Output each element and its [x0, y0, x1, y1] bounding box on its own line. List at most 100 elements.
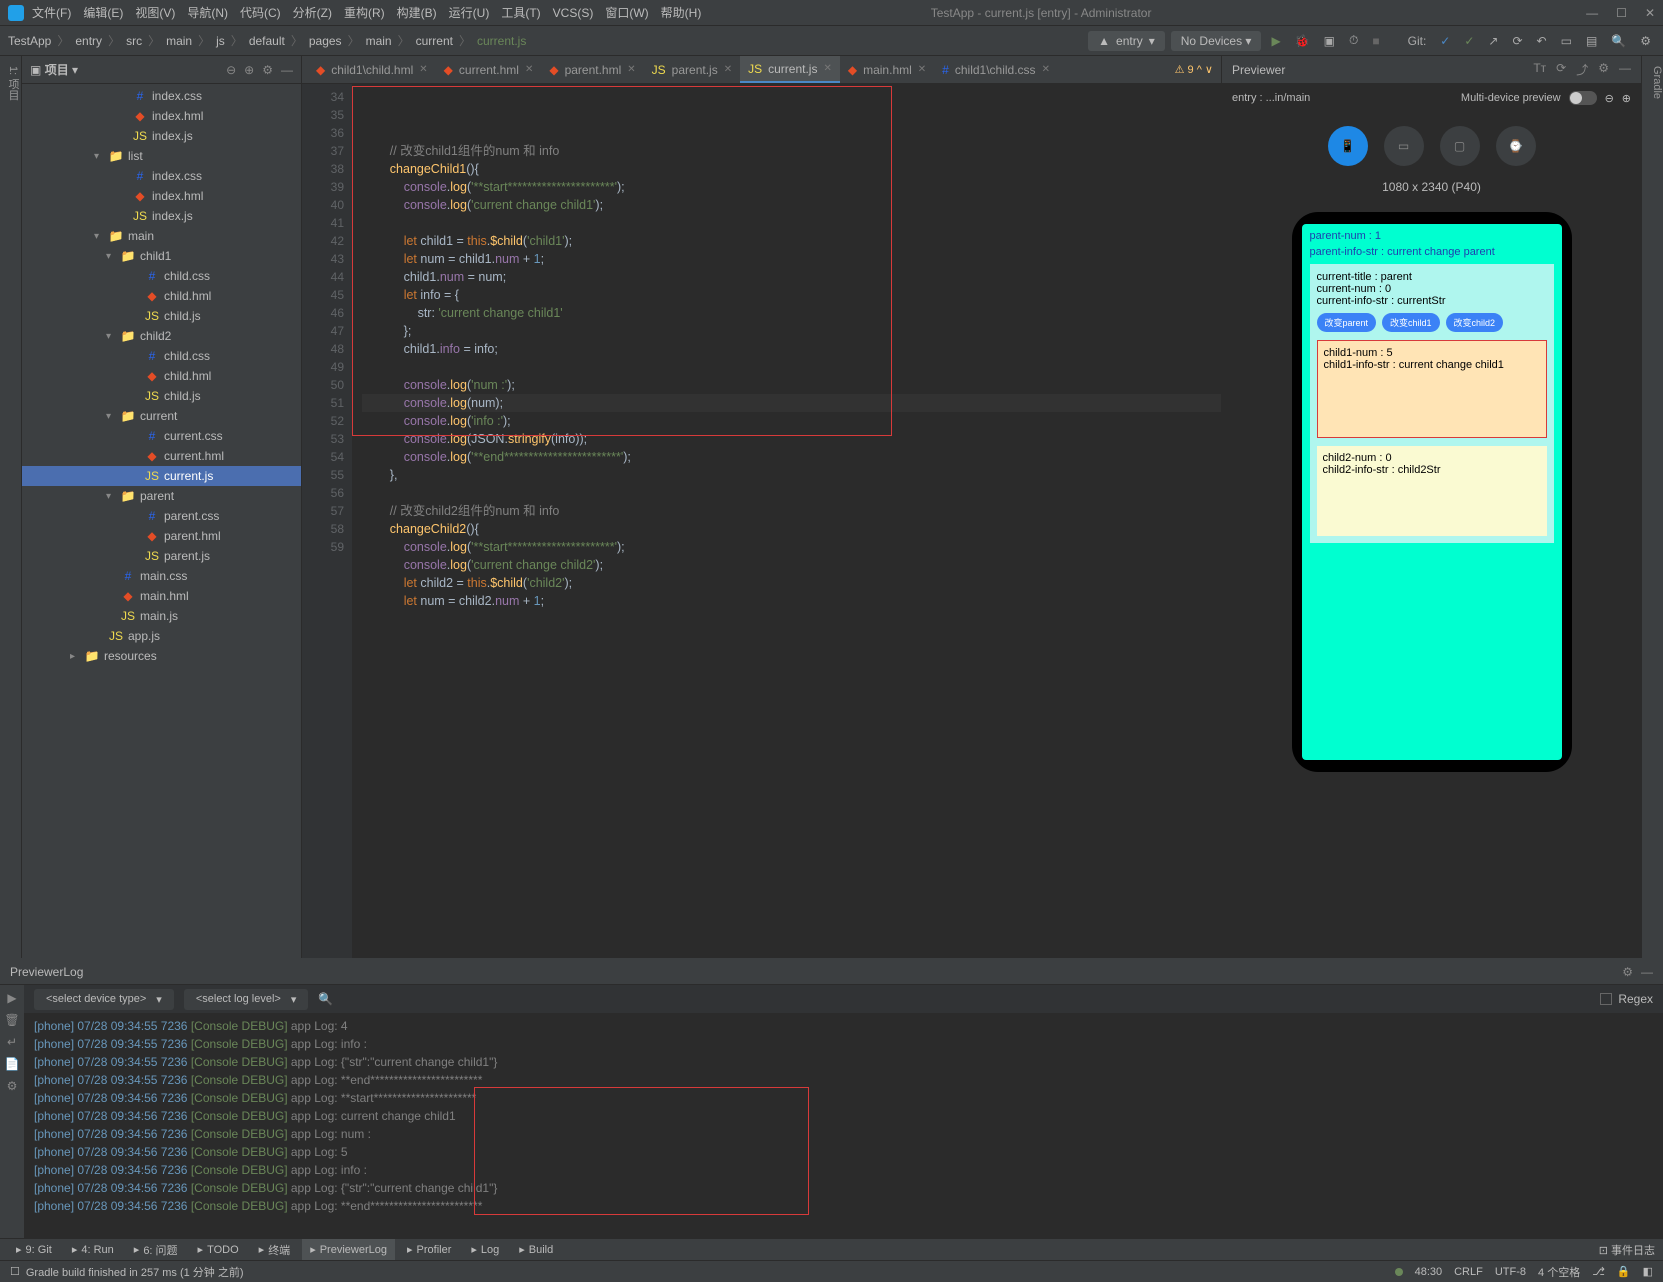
- close-icon[interactable]: ✕: [1645, 6, 1655, 20]
- editor-tab-current.js[interactable]: JScurrent.js✕: [740, 56, 840, 83]
- tree-item-parent.js[interactable]: JSparent.js: [22, 546, 301, 566]
- device-type-combo[interactable]: <select device type> ▾: [34, 989, 174, 1010]
- tree-item-current[interactable]: ▾📁current: [22, 406, 301, 426]
- close-tab-icon[interactable]: ✕: [823, 63, 831, 74]
- tree-item-child.hml[interactable]: ◆child.hml: [22, 286, 301, 306]
- breadcrumb-item[interactable]: current.js: [477, 34, 526, 48]
- bottom-tab-4: Run[interactable]: ▸4: Run: [64, 1239, 122, 1260]
- menu-构建(B)[interactable]: 构建(B): [397, 6, 437, 20]
- menu-代码(C)[interactable]: 代码(C): [240, 6, 281, 20]
- editor-tab-parent.hml[interactable]: ◆parent.hml✕: [541, 56, 643, 83]
- device-combo[interactable]: No Devices ▾: [1171, 31, 1262, 51]
- previewer-gear-icon[interactable]: ⚙: [1598, 61, 1609, 78]
- tree-item-index.hml[interactable]: ◆index.hml: [22, 186, 301, 206]
- tree-item-index.js[interactable]: JSindex.js: [22, 206, 301, 226]
- bottom-tab-Log[interactable]: ▸Log: [463, 1239, 507, 1260]
- run-config-combo[interactable]: ▲ entry ▾: [1088, 31, 1165, 51]
- tree-item-current.hml[interactable]: ◆current.hml: [22, 446, 301, 466]
- bell-icon[interactable]: ⚙: [1636, 34, 1655, 48]
- close-tab-icon[interactable]: ✕: [419, 64, 427, 75]
- device-phone-icon[interactable]: 📱: [1328, 126, 1368, 166]
- encoding[interactable]: UTF-8: [1495, 1266, 1526, 1278]
- left-tool-project[interactable]: 1: 项目: [5, 66, 21, 958]
- folder-icon[interactable]: ▭: [1557, 34, 1576, 48]
- git-history-icon[interactable]: ⟳: [1508, 34, 1526, 48]
- device-watch-icon[interactable]: ⌚: [1496, 126, 1536, 166]
- coverage-icon[interactable]: ▣: [1320, 34, 1339, 48]
- tree-item-index.css[interactable]: #index.css: [22, 86, 301, 106]
- preview-btn-改变child1[interactable]: 改变child1: [1382, 313, 1440, 332]
- multi-device-toggle[interactable]: [1569, 91, 1597, 105]
- minimize-icon[interactable]: —: [1586, 6, 1598, 20]
- debug-icon[interactable]: 🐞: [1291, 34, 1314, 48]
- tree-item-list[interactable]: ▾📁list: [22, 146, 301, 166]
- breadcrumb-item[interactable]: TestApp: [8, 34, 51, 48]
- log-search-icon[interactable]: 🔍: [318, 992, 333, 1006]
- tree-item-child.css[interactable]: #child.css: [22, 266, 301, 286]
- editor-tab-main.hml[interactable]: ◆main.hml✕: [840, 56, 934, 83]
- project-collapse-icon[interactable]: ⊖: [226, 63, 236, 77]
- breadcrumb-item[interactable]: src: [126, 34, 142, 48]
- tree-item-current.css[interactable]: #current.css: [22, 426, 301, 446]
- run-icon[interactable]: ▶: [1267, 34, 1284, 48]
- previewer-refresh-icon[interactable]: ⟳: [1556, 61, 1566, 78]
- log-wrap-icon[interactable]: ↵: [7, 1035, 17, 1049]
- breadcrumb-item[interactable]: entry: [75, 34, 102, 48]
- tree-item-parent.css[interactable]: #parent.css: [22, 506, 301, 526]
- tree-item-index.js[interactable]: JSindex.js: [22, 126, 301, 146]
- git-push-icon[interactable]: ↗: [1484, 34, 1502, 48]
- tree-item-resources[interactable]: ▸📁resources: [22, 646, 301, 666]
- previewer-tt-icon[interactable]: Tт: [1533, 61, 1546, 78]
- log-clear-icon[interactable]: 🗑: [4, 1013, 19, 1027]
- editor-tab-current.hml[interactable]: ◆current.hml✕: [436, 56, 542, 83]
- tree-item-main.hml[interactable]: ◆main.hml: [22, 586, 301, 606]
- project-dropdown-icon[interactable]: ▣: [30, 63, 41, 77]
- close-tab-icon[interactable]: ✕: [918, 64, 926, 75]
- search-icon[interactable]: 🔍: [1607, 34, 1630, 48]
- bottom-tab-终端[interactable]: ▸终端: [251, 1239, 299, 1260]
- event-log-button[interactable]: ⊡ 事件日志: [1599, 1242, 1655, 1258]
- previewer-route-icon[interactable]: ⤴: [1576, 61, 1588, 78]
- cursor-position[interactable]: 48:30: [1415, 1266, 1443, 1278]
- menu-文件(F)[interactable]: 文件(F): [32, 6, 71, 20]
- breadcrumb-item[interactable]: current: [416, 34, 453, 48]
- inspection-badge[interactable]: ⚠ 9 ^ ∨: [1175, 64, 1213, 76]
- menu-视图(V)[interactable]: 视图(V): [135, 6, 175, 20]
- menu-帮助(H)[interactable]: 帮助(H): [661, 6, 702, 20]
- menu-重构(R)[interactable]: 重构(R): [344, 6, 385, 20]
- bottom-tab-6: 问题[interactable]: ▸6: 问题: [126, 1239, 186, 1260]
- project-title[interactable]: 项目: [45, 61, 69, 78]
- menu-工具(T)[interactable]: 工具(T): [501, 6, 540, 20]
- tree-item-app.js[interactable]: JSapp.js: [22, 626, 301, 646]
- bottom-tab-TODO[interactable]: ▸TODO: [190, 1239, 247, 1260]
- editor-tab-child1\child.hml[interactable]: ◆child1\child.hml✕: [308, 56, 436, 83]
- breadcrumb[interactable]: TestApp〉entry〉src〉main〉js〉default〉pages〉…: [8, 32, 526, 49]
- preview-btn-改变child2[interactable]: 改变child2: [1446, 313, 1504, 332]
- menu-分析(Z)[interactable]: 分析(Z): [293, 6, 332, 20]
- zoom-out-icon[interactable]: ⊖: [1605, 92, 1614, 105]
- breadcrumb-item[interactable]: js: [216, 34, 225, 48]
- menu-编辑(E)[interactable]: 编辑(E): [83, 6, 123, 20]
- git-commit-icon[interactable]: ✓: [1460, 34, 1478, 48]
- preview-btn-改变parent[interactable]: 改变parent: [1317, 313, 1377, 332]
- close-tab-icon[interactable]: ✕: [525, 64, 533, 75]
- editor-tab-parent.js[interactable]: JSparent.js✕: [644, 56, 740, 83]
- git-revert-icon[interactable]: ↶: [1533, 34, 1551, 48]
- menu-VCS(S)[interactable]: VCS(S): [553, 6, 594, 20]
- close-tab-icon[interactable]: ✕: [1042, 64, 1050, 75]
- profile-icon[interactable]: ⏱: [1345, 33, 1362, 48]
- project-hide-icon[interactable]: —: [281, 63, 293, 77]
- tree-item-child.hml[interactable]: ◆child.hml: [22, 366, 301, 386]
- tree-item-child.css[interactable]: #child.css: [22, 346, 301, 366]
- right-tool-gradle[interactable]: Gradle: [1651, 66, 1663, 99]
- project-target-icon[interactable]: ⊕: [244, 63, 254, 77]
- memory-icon[interactable]: ◧: [1643, 1265, 1653, 1278]
- bottom-tab-Profiler[interactable]: ▸Profiler: [399, 1239, 459, 1260]
- tree-item-index.css[interactable]: #index.css: [22, 166, 301, 186]
- log-output[interactable]: [phone] 07/28 09:34:55 7236 [Console DEB…: [24, 1013, 1663, 1238]
- tree-item-parent[interactable]: ▾📁parent: [22, 486, 301, 506]
- project-tree[interactable]: #index.css◆index.hmlJSindex.js▾📁list#ind…: [22, 84, 301, 958]
- maximize-icon[interactable]: ☐: [1616, 6, 1627, 20]
- bottom-tab-PreviewerLog[interactable]: ▸PreviewerLog: [302, 1239, 395, 1260]
- project-gear-icon[interactable]: ⚙: [262, 63, 273, 77]
